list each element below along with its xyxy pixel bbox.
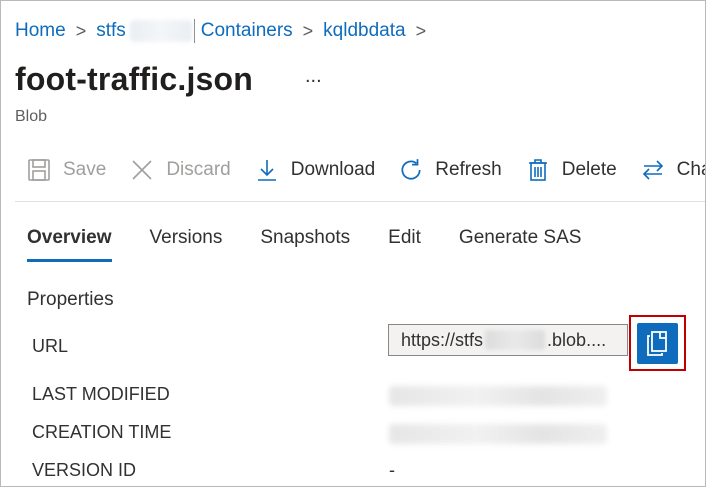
version-id-value: - bbox=[389, 460, 395, 480]
save-label: Save bbox=[63, 159, 107, 180]
last-modified-label: LAST MODIFIED bbox=[32, 384, 170, 404]
download-button[interactable]: Download bbox=[253, 153, 376, 187]
page-title: foot-traffic.json bbox=[15, 61, 254, 97]
download-label: Download bbox=[290, 159, 376, 180]
refresh-button[interactable]: Refresh bbox=[397, 153, 502, 187]
breadcrumb-home[interactable]: Home bbox=[15, 20, 66, 42]
tab-snapshots[interactable]: Snapshots bbox=[260, 227, 350, 262]
tab-bar: Overview Versions Snapshots Edit Generat… bbox=[27, 227, 619, 262]
url-suffix: .blob.... bbox=[547, 329, 607, 350]
creation-time-value-redacted bbox=[389, 424, 607, 444]
copy-icon bbox=[646, 330, 670, 357]
tab-overview[interactable]: Overview bbox=[27, 227, 112, 262]
discard-button[interactable]: Discard bbox=[128, 153, 231, 187]
refresh-icon bbox=[397, 156, 425, 184]
blob-overview-panel: Home > stfs Containers > kqldbdata > foo… bbox=[0, 0, 706, 487]
command-bar: Save Discard Download Refresh Delete Ch bbox=[25, 153, 705, 187]
version-id-label: VERSION ID bbox=[32, 460, 137, 480]
url-prefix: https://stfs bbox=[401, 329, 484, 350]
refresh-label: Refresh bbox=[435, 159, 502, 180]
breadcrumb-separator: > bbox=[415, 20, 427, 41]
breadcrumb-separator: > bbox=[302, 20, 314, 41]
page-subtitle: Blob bbox=[15, 108, 48, 125]
discard-label: Discard bbox=[166, 159, 231, 180]
tab-versions[interactable]: Versions bbox=[150, 227, 223, 262]
tab-edit[interactable]: Edit bbox=[388, 227, 421, 262]
swap-arrows-icon bbox=[639, 156, 667, 184]
save-button[interactable]: Save bbox=[25, 153, 106, 187]
url-field[interactable]: https://stfs .blob.... bbox=[388, 324, 628, 356]
more-options-button[interactable]: ... bbox=[305, 65, 322, 88]
url-label: URL bbox=[32, 336, 69, 356]
close-icon bbox=[128, 156, 156, 184]
change-label: Cha bbox=[676, 159, 705, 180]
properties-heading: Properties bbox=[27, 289, 114, 310]
breadcrumb-storage-account-label: stfs bbox=[96, 20, 126, 41]
breadcrumb-separator: > bbox=[75, 20, 87, 41]
save-icon bbox=[25, 156, 53, 184]
breadcrumb-container-kqldbdata[interactable]: kqldbdata bbox=[323, 20, 405, 42]
breadcrumb: Home > stfs Containers > kqldbdata > bbox=[15, 19, 436, 43]
breadcrumb-storage-account[interactable]: stfs bbox=[96, 19, 192, 42]
change-tier-button[interactable]: Cha bbox=[639, 153, 705, 187]
creation-time-label: CREATION TIME bbox=[32, 422, 172, 442]
copy-url-button[interactable] bbox=[637, 323, 678, 364]
delete-button[interactable]: Delete bbox=[524, 153, 617, 187]
breadcrumb-containers[interactable]: Containers bbox=[201, 20, 293, 42]
delete-label: Delete bbox=[561, 159, 617, 180]
redacted-region bbox=[485, 330, 546, 350]
redacted-region bbox=[129, 19, 192, 42]
toolbar-divider bbox=[15, 201, 705, 202]
last-modified-value-redacted bbox=[389, 386, 607, 406]
trash-icon bbox=[524, 156, 552, 184]
tab-generate-sas[interactable]: Generate SAS bbox=[459, 227, 582, 262]
redaction-divider bbox=[193, 19, 195, 43]
download-icon bbox=[253, 156, 281, 184]
